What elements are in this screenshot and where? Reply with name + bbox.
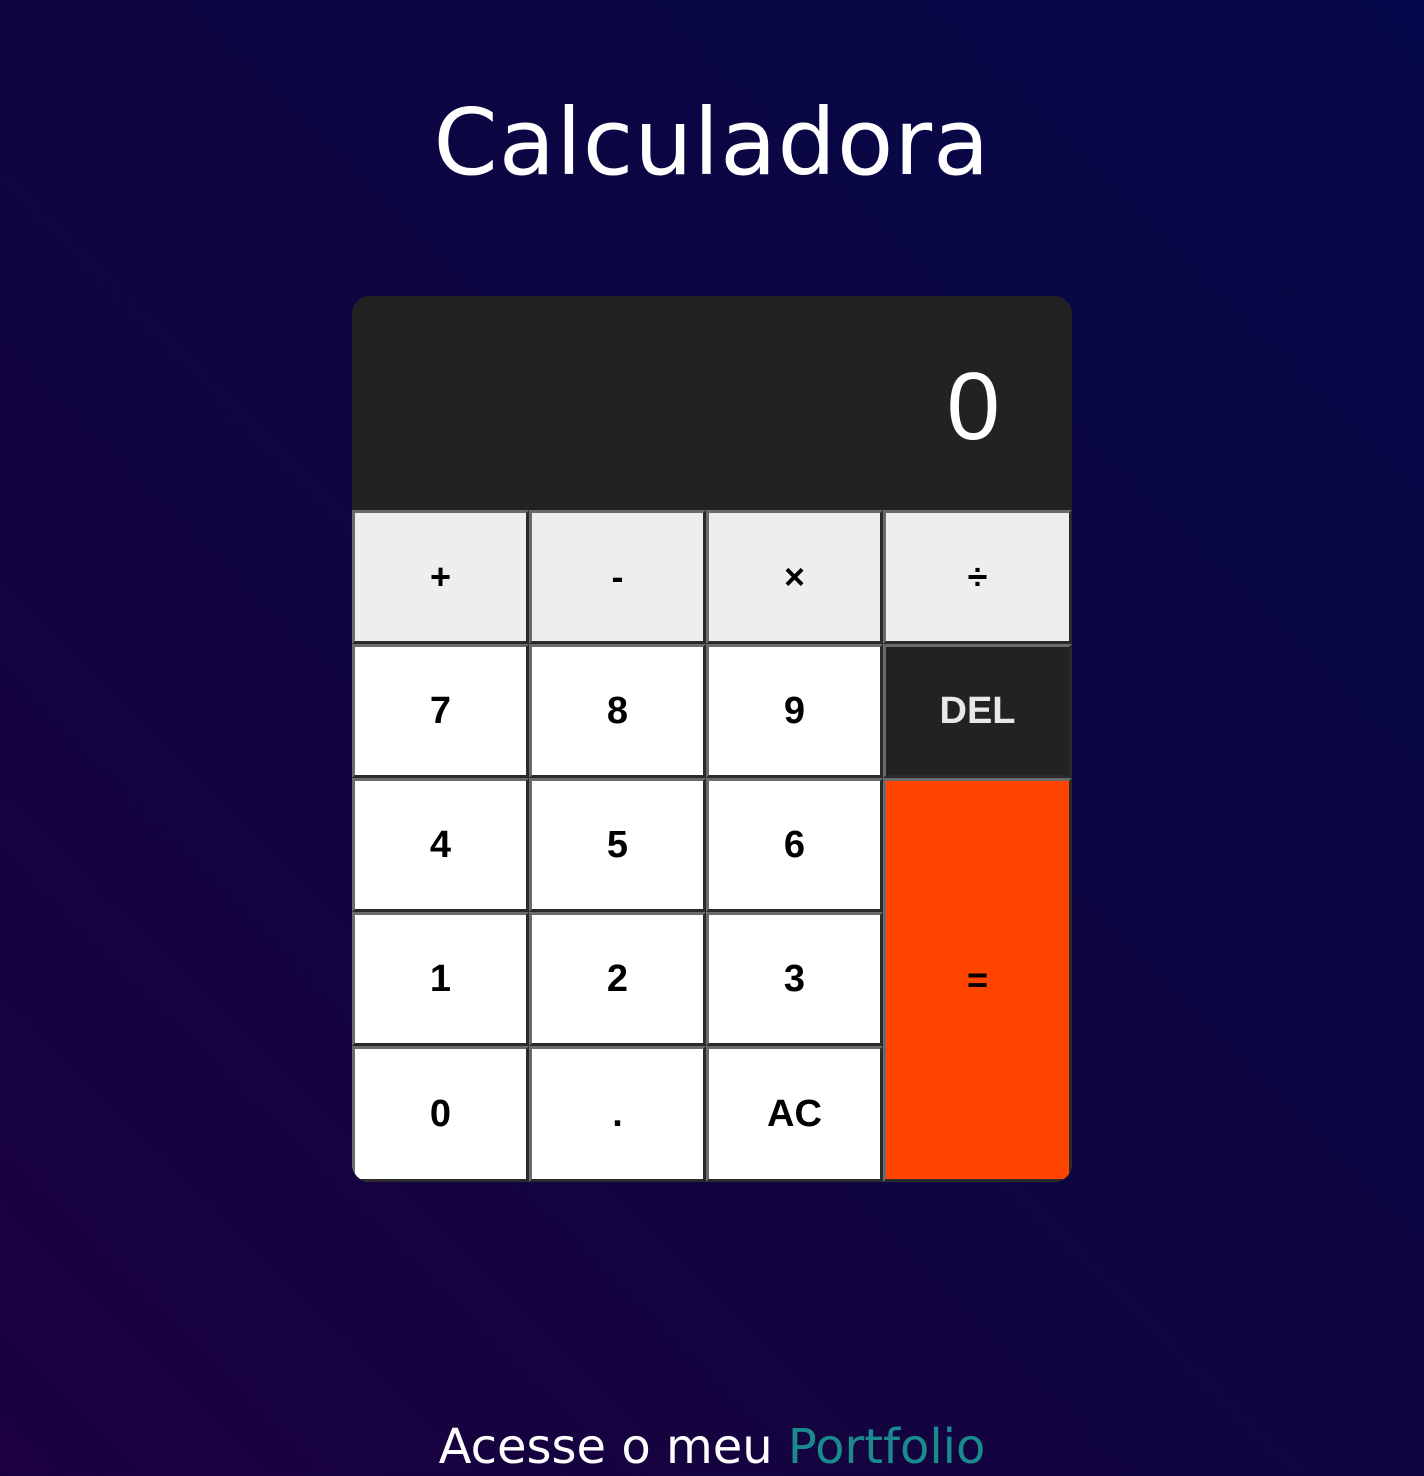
digit-9-button[interactable]: 9 [706, 644, 883, 778]
equals-button[interactable]: = [883, 778, 1072, 1182]
digit-7-button[interactable]: 7 [352, 644, 529, 778]
footer: Acesse o meu Portfolio [0, 1412, 1424, 1476]
digit-3-button[interactable]: 3 [706, 912, 883, 1046]
portfolio-link[interactable]: Portfolio [788, 1419, 985, 1475]
delete-button[interactable]: DEL [883, 644, 1072, 778]
calculator: 0 + - × ÷ 7 8 9 DEL 4 5 6 = 1 2 3 0 . AC [352, 296, 1072, 1182]
footer-text: Acesse o meu [438, 1419, 788, 1475]
calculator-keypad: + - × ÷ 7 8 9 DEL 4 5 6 = 1 2 3 0 . AC [352, 510, 1072, 1182]
decimal-button[interactable]: . [529, 1046, 706, 1182]
display-value: 0 [946, 353, 1000, 460]
digit-8-button[interactable]: 8 [529, 644, 706, 778]
multiply-button[interactable]: × [706, 510, 883, 644]
calculator-display: 0 [352, 296, 1072, 512]
add-button[interactable]: + [352, 510, 529, 644]
all-clear-button[interactable]: AC [706, 1046, 883, 1182]
digit-5-button[interactable]: 5 [529, 778, 706, 912]
subtract-button[interactable]: - [529, 510, 706, 644]
digit-2-button[interactable]: 2 [529, 912, 706, 1046]
page-title: Calculadora [433, 89, 991, 196]
digit-6-button[interactable]: 6 [706, 778, 883, 912]
digit-4-button[interactable]: 4 [352, 778, 529, 912]
digit-1-button[interactable]: 1 [352, 912, 529, 1046]
digit-0-button[interactable]: 0 [352, 1046, 529, 1182]
divide-button[interactable]: ÷ [883, 510, 1072, 644]
